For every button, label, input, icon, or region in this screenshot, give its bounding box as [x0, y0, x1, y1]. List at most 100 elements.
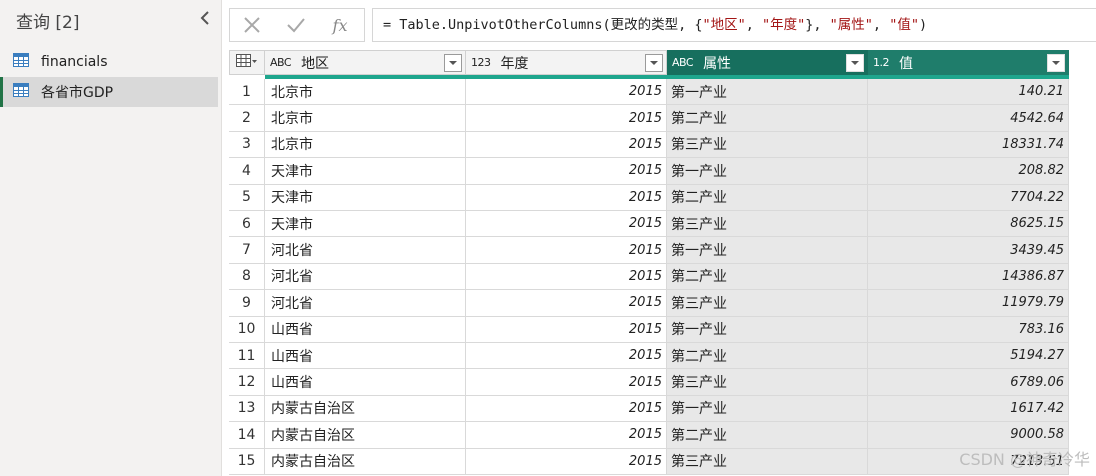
cell-attribute[interactable]: 第二产业: [667, 422, 868, 449]
table-row[interactable]: 10 山西省 2015 第一产业 783.16: [229, 316, 1069, 343]
row-number[interactable]: 12: [229, 369, 265, 396]
table-row[interactable]: 4 天津市 2015 第一产业 208.82: [229, 158, 1069, 185]
cell-attribute[interactable]: 第二产业: [667, 184, 868, 211]
cell-value[interactable]: 8625.15: [868, 211, 1069, 238]
cell-attribute[interactable]: 第三产业: [667, 369, 868, 396]
row-number[interactable]: 11: [229, 343, 265, 370]
cell-attribute[interactable]: 第一产业: [667, 158, 868, 185]
dropdown-arrow-icon[interactable]: [444, 53, 462, 72]
cell-value[interactable]: 1617.42: [868, 395, 1069, 423]
row-number[interactable]: 1: [229, 79, 265, 106]
cell-attribute[interactable]: 第一产业: [667, 316, 868, 343]
cell-region[interactable]: 河北省: [265, 290, 466, 317]
cell-year[interactable]: 2015: [466, 369, 667, 396]
cell-attribute[interactable]: 第一产业: [667, 237, 868, 264]
dropdown-arrow-icon[interactable]: [846, 53, 864, 72]
cell-year[interactable]: 2015: [466, 158, 667, 185]
row-number[interactable]: 14: [229, 422, 265, 449]
cell-value[interactable]: 5194.27: [868, 343, 1069, 370]
table-row[interactable]: 7 河北省 2015 第一产业 3439.45: [229, 237, 1069, 264]
row-number[interactable]: 5: [229, 184, 265, 211]
cell-year[interactable]: 2015: [466, 237, 667, 264]
cell-year[interactable]: 2015: [466, 395, 667, 423]
cell-attribute[interactable]: 第二产业: [667, 263, 868, 291]
cell-attribute[interactable]: 第三产业: [667, 211, 868, 238]
cell-region[interactable]: 天津市: [265, 158, 466, 185]
cell-value[interactable]: 208.82: [868, 158, 1069, 185]
cell-value[interactable]: 14386.87: [868, 263, 1069, 291]
cell-value[interactable]: 11979.79: [868, 290, 1069, 317]
query-item-financials[interactable]: financials: [0, 47, 218, 77]
table-row[interactable]: 14 内蒙古自治区 2015 第二产业 9000.58: [229, 422, 1069, 449]
row-number[interactable]: 2: [229, 105, 265, 132]
fx-icon[interactable]: fx: [318, 9, 362, 41]
table-row[interactable]: 15 内蒙古自治区 2015 第三产业 7213.51: [229, 448, 1069, 475]
cell-region[interactable]: 北京市: [265, 131, 466, 159]
cell-value[interactable]: 783.16: [868, 316, 1069, 343]
cell-region[interactable]: 山西省: [265, 369, 466, 396]
cell-value[interactable]: 18331.74: [868, 131, 1069, 159]
table-row[interactable]: 6 天津市 2015 第三产业 8625.15: [229, 211, 1069, 238]
cell-region[interactable]: 北京市: [265, 105, 466, 132]
row-number[interactable]: 15: [229, 448, 265, 475]
cell-value[interactable]: 9000.58: [868, 422, 1069, 449]
cell-region[interactable]: 河北省: [265, 263, 466, 291]
cell-year[interactable]: 2015: [466, 422, 667, 449]
cell-region[interactable]: 山西省: [265, 343, 466, 370]
cell-year[interactable]: 2015: [466, 263, 667, 291]
cell-attribute[interactable]: 第三产业: [667, 448, 868, 475]
row-number[interactable]: 9: [229, 290, 265, 317]
query-item-gdp[interactable]: 各省市GDP: [0, 77, 218, 107]
table-row[interactable]: 2 北京市 2015 第二产业 4542.64: [229, 105, 1069, 132]
table-row[interactable]: 3 北京市 2015 第三产业 18331.74: [229, 131, 1069, 159]
row-number[interactable]: 13: [229, 395, 265, 423]
row-number[interactable]: 3: [229, 131, 265, 159]
cell-region[interactable]: 天津市: [265, 184, 466, 211]
table-row[interactable]: 9 河北省 2015 第三产业 11979.79: [229, 290, 1069, 317]
dropdown-arrow-icon[interactable]: [1047, 53, 1065, 72]
cell-year[interactable]: 2015: [466, 105, 667, 132]
cell-year[interactable]: 2015: [466, 290, 667, 317]
cell-attribute[interactable]: 第一产业: [667, 395, 868, 423]
cell-region[interactable]: 内蒙古自治区: [265, 448, 466, 475]
cell-attribute[interactable]: 第二产业: [667, 343, 868, 370]
commit-check-icon[interactable]: [274, 9, 318, 41]
collapse-chevron-icon[interactable]: [198, 10, 214, 26]
cell-year[interactable]: 2015: [466, 211, 667, 238]
table-row[interactable]: 8 河北省 2015 第二产业 14386.87: [229, 263, 1069, 291]
cell-region[interactable]: 内蒙古自治区: [265, 395, 466, 423]
cell-region[interactable]: 河北省: [265, 237, 466, 264]
column-header-region[interactable]: ABC 地区: [265, 50, 466, 75]
cell-region[interactable]: 山西省: [265, 316, 466, 343]
table-row[interactable]: 11 山西省 2015 第二产业 5194.27: [229, 343, 1069, 370]
cell-region[interactable]: 北京市: [265, 79, 466, 106]
cell-year[interactable]: 2015: [466, 343, 667, 370]
column-header-attribute[interactable]: ABC 属性: [667, 50, 868, 75]
cell-region[interactable]: 内蒙古自治区: [265, 422, 466, 449]
cell-value[interactable]: 6789.06: [868, 369, 1069, 396]
formula-input[interactable]: = Table.UnpivotOtherColumns(更改的类型, {"地区"…: [372, 8, 1096, 42]
cell-year[interactable]: 2015: [466, 316, 667, 343]
cell-attribute[interactable]: 第三产业: [667, 131, 868, 159]
cancel-x-icon[interactable]: [230, 9, 274, 41]
table-row[interactable]: 12 山西省 2015 第三产业 6789.06: [229, 369, 1069, 396]
cell-year[interactable]: 2015: [466, 131, 667, 159]
table-row[interactable]: 13 内蒙古自治区 2015 第一产业 1617.42: [229, 395, 1069, 423]
row-number[interactable]: 4: [229, 158, 265, 185]
column-header-value[interactable]: 1.2 值: [868, 50, 1069, 75]
table-row[interactable]: 1 北京市 2015 第一产业 140.21: [229, 79, 1069, 106]
cell-value[interactable]: 7704.22: [868, 184, 1069, 211]
cell-value[interactable]: 4542.64: [868, 105, 1069, 132]
cell-value[interactable]: 140.21: [868, 79, 1069, 106]
cell-year[interactable]: 2015: [466, 184, 667, 211]
cell-attribute[interactable]: 第一产业: [667, 79, 868, 106]
row-number[interactable]: 7: [229, 237, 265, 264]
row-number[interactable]: 6: [229, 211, 265, 238]
table-row[interactable]: 5 天津市 2015 第二产业 7704.22: [229, 184, 1069, 211]
cell-value[interactable]: 3439.45: [868, 237, 1069, 264]
cell-year[interactable]: 2015: [466, 448, 667, 475]
cell-region[interactable]: 天津市: [265, 211, 466, 238]
column-header-year[interactable]: 123 年度: [466, 50, 667, 75]
dropdown-arrow-icon[interactable]: [645, 53, 663, 72]
table-menu-button[interactable]: [229, 50, 265, 75]
